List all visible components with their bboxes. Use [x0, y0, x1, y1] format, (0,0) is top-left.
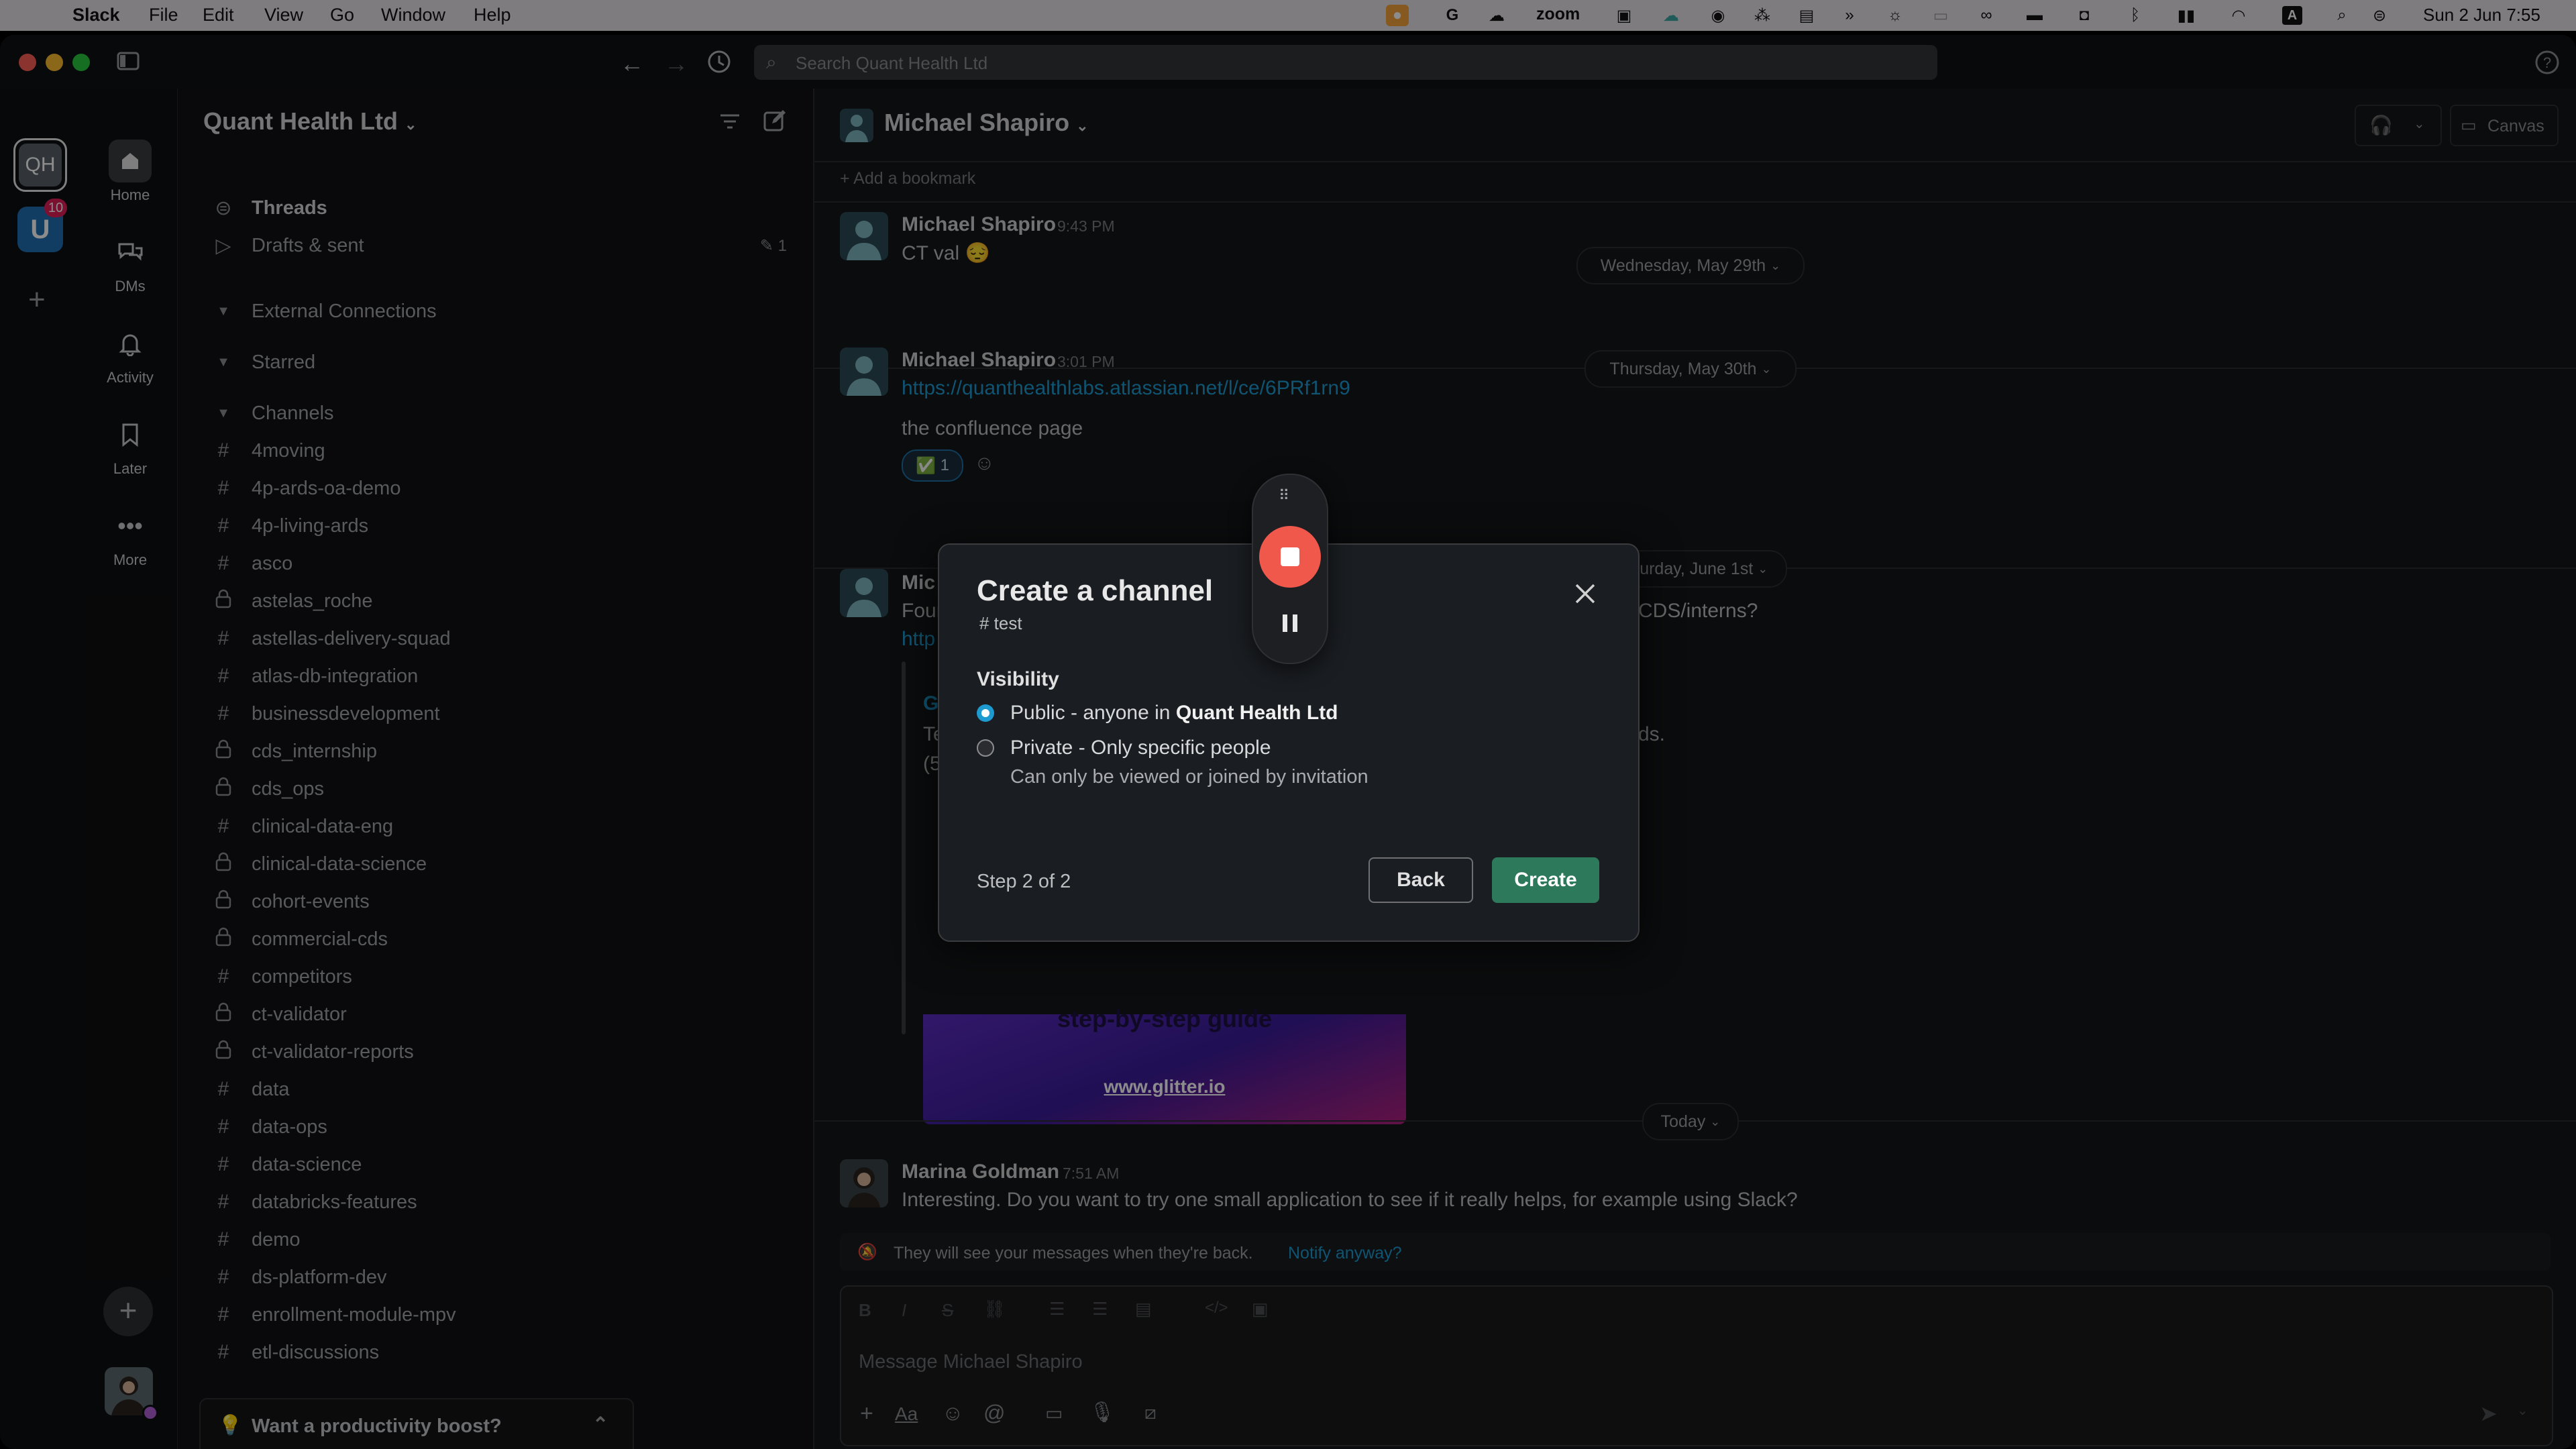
modal-title: Create a channel: [977, 574, 1214, 607]
public-option-label[interactable]: Public - anyone in Quant Health Ltd: [1010, 702, 1338, 724]
screen-recorder-widget: ⠿: [1252, 474, 1328, 664]
private-radio[interactable]: [977, 739, 994, 757]
back-button[interactable]: Back: [1368, 857, 1473, 903]
visibility-label: Visibility: [977, 668, 1059, 690]
public-radio[interactable]: [977, 704, 994, 722]
step-indicator: Step 2 of 2: [977, 871, 1071, 892]
drag-handle-icon[interactable]: ⠿: [1279, 487, 1291, 504]
stop-icon: [1281, 547, 1299, 566]
create-button[interactable]: Create: [1492, 857, 1599, 903]
stop-recording-button[interactable]: [1259, 526, 1321, 588]
pause-icon[interactable]: [1280, 612, 1300, 635]
private-option-label[interactable]: Private - Only specific people: [1010, 737, 1271, 759]
channel-name-preview: # test: [979, 613, 1022, 633]
close-icon[interactable]: [1572, 581, 1598, 606]
private-option-help: Can only be viewed or joined by invitati…: [1010, 766, 1368, 788]
